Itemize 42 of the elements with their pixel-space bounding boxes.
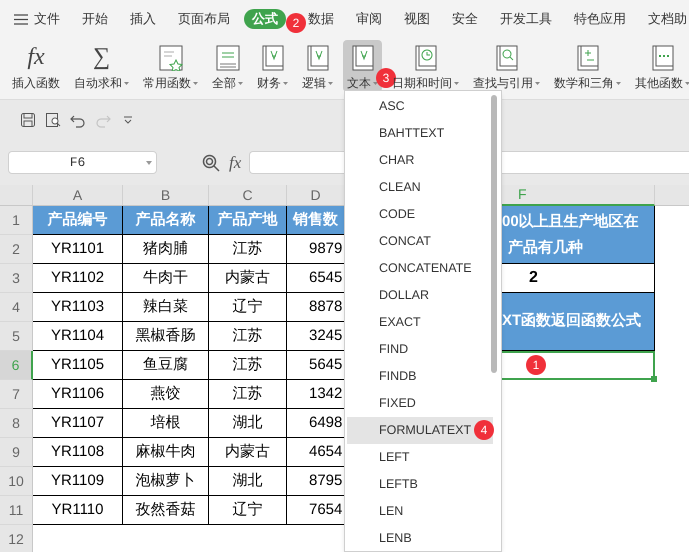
table-cell: YR1102 <box>33 264 123 293</box>
table-header-cell: XT函数返回函数公式 <box>502 293 655 351</box>
table-header-cell: 销售数 <box>287 206 345 235</box>
table-cell: 江苏 <box>209 351 287 380</box>
table-cell: YR1108 <box>33 438 123 467</box>
table-cell: 内蒙古 <box>209 438 287 467</box>
table-header-cell: 00以上且生产地区在 产品有几种 <box>502 206 655 264</box>
table-cell: 鱼豆腐 <box>123 351 209 380</box>
table-cell: 辽宁 <box>209 496 287 525</box>
table-cell: 湖北 <box>209 467 287 496</box>
table-cell: 猪肉脯 <box>123 235 209 264</box>
number-badge: 4 <box>474 420 494 440</box>
table-header-cell: 产品名称 <box>123 206 209 235</box>
table-cell: 燕饺 <box>123 380 209 409</box>
table-cell: 江苏 <box>209 235 287 264</box>
table-cell: YR1104 <box>33 322 123 351</box>
table-cell: YR1105 <box>33 351 123 380</box>
table-cell: YR1107 <box>33 409 123 438</box>
table-header-cell: 产品产地 <box>209 206 287 235</box>
table-cell: YR1101 <box>33 235 123 264</box>
table-cell: 泡椒萝卜 <box>123 467 209 496</box>
table-cell: 湖北 <box>209 409 287 438</box>
table-cell: 培根 <box>123 409 209 438</box>
table-cell: 孜然香菇 <box>123 496 209 525</box>
table-cell: 牛肉干 <box>123 264 209 293</box>
function-icon: ∑ <box>92 44 110 71</box>
table-cell: YR1109 <box>33 467 123 496</box>
table-cell: 内蒙古 <box>209 264 287 293</box>
table-cell: YR1106 <box>33 380 123 409</box>
table-cell: 麻椒牛肉 <box>123 438 209 467</box>
table-cell: 辽宁 <box>209 293 287 322</box>
function-icon: fx <box>27 44 45 71</box>
number-badge: 2 <box>286 13 306 33</box>
table-cell: 江苏 <box>209 380 287 409</box>
number-badge: 1 <box>526 355 546 375</box>
table-cell: 江苏 <box>209 322 287 351</box>
table-cell: YR1110 <box>33 496 123 525</box>
table-cell: 黑椒香肠 <box>123 322 209 351</box>
table-cell: 辣白菜 <box>123 293 209 322</box>
table-cell: YR1103 <box>33 293 123 322</box>
cell-reference: F6 <box>68 154 86 172</box>
table-header-cell: 产品编号 <box>33 206 123 235</box>
